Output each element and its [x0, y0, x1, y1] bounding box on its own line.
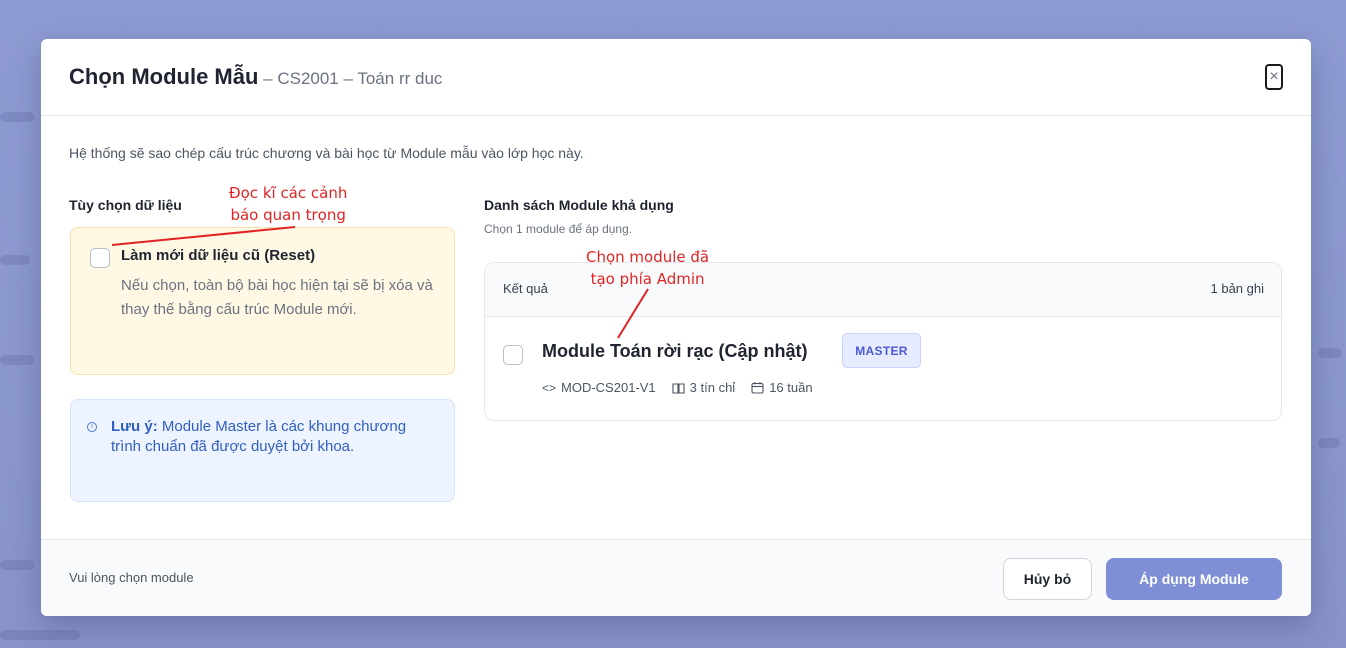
- reset-option-card: Làm mới dữ liệu cũ (Reset) Nếu chọn, toà…: [70, 227, 455, 375]
- module-credits-item: 3 tín chỉ: [672, 380, 736, 395]
- cancel-button[interactable]: Hủy bỏ: [1003, 558, 1092, 600]
- code-icon: <>: [542, 380, 557, 395]
- background-hint: [0, 630, 80, 640]
- background-hint: [0, 560, 34, 570]
- master-badge: MASTER: [842, 333, 921, 368]
- apply-module-button[interactable]: Áp dụng Module: [1106, 558, 1282, 600]
- annotation-choose-module: Chọn module đã tạo phía Admin: [586, 246, 709, 290]
- background-hint: [1318, 438, 1340, 448]
- close-button[interactable]: ×: [1265, 64, 1283, 90]
- annotation-read-warnings-text: Đọc kĩ các cảnh báo quan trọng: [229, 184, 348, 224]
- module-weeks-item: 16 tuần: [751, 380, 813, 395]
- annotation-read-warnings: Đọc kĩ các cảnh báo quan trọng: [229, 182, 347, 226]
- choose-module-dialog: Chọn Module Mẫu – CS2001 – Toán rr duc ×…: [41, 39, 1311, 616]
- book-icon: [672, 382, 685, 394]
- background-hint: [1318, 348, 1342, 358]
- data-options-heading: Tùy chọn dữ liệu: [69, 197, 182, 213]
- background-hint: [0, 255, 30, 265]
- available-modules-heading: Danh sách Module khả dụng: [484, 197, 674, 213]
- module-credits: 3 tín chỉ: [689, 380, 736, 395]
- dialog-subtitle: – CS2001 – Toán rr duc: [258, 69, 443, 88]
- results-label: Kết quả: [503, 281, 548, 296]
- module-weeks: 16 tuần: [769, 380, 813, 395]
- results-count: 1 bản ghi: [1210, 281, 1265, 296]
- dialog-intro: Hệ thống sẽ sao chép cấu trúc chương và …: [69, 145, 584, 161]
- note-label: Lưu ý:: [111, 418, 158, 435]
- dialog-title: Chọn Module Mẫu – CS2001 – Toán rr duc: [69, 64, 442, 90]
- module-select-checkbox[interactable]: [503, 345, 523, 365]
- module-name[interactable]: Module Toán rời rạc (Cập nhật): [542, 341, 807, 362]
- master-note-card: i Lưu ý: Module Master là các khung chươ…: [70, 399, 455, 502]
- module-code-item: <> MOD-CS201-V1: [542, 380, 656, 395]
- reset-option-title: Làm mới dữ liệu cũ (Reset): [121, 247, 316, 264]
- master-note-text: Lưu ý: Module Master là các khung chương…: [111, 417, 431, 457]
- close-icon: ×: [1269, 68, 1279, 85]
- module-meta: <> MOD-CS201-V1 3 tín chỉ 16 tuần: [542, 380, 829, 395]
- dialog-header: Chọn Module Mẫu – CS2001 – Toán rr duc ×: [41, 39, 1311, 116]
- module-code: MOD-CS201-V1: [561, 380, 656, 395]
- dialog-title-text: Chọn Module Mẫu: [69, 64, 259, 89]
- reset-checkbox[interactable]: [90, 248, 110, 268]
- footer-hint: Vui lòng chọn module: [69, 570, 194, 585]
- background-hint: [0, 355, 34, 365]
- calendar-icon: [751, 382, 764, 394]
- reset-option-description: Nếu chọn, toàn bộ bài học hiện tại sẽ bị…: [121, 277, 433, 318]
- background-hint: [0, 112, 34, 122]
- available-modules-subheading: Chọn 1 module để áp dụng.: [484, 222, 633, 236]
- info-icon: i: [87, 422, 97, 432]
- annotation-choose-module-text: Chọn module đã tạo phía Admin: [586, 248, 710, 288]
- dialog-footer: Vui lòng chọn module Hủy bỏ Áp dụng Modu…: [41, 539, 1311, 616]
